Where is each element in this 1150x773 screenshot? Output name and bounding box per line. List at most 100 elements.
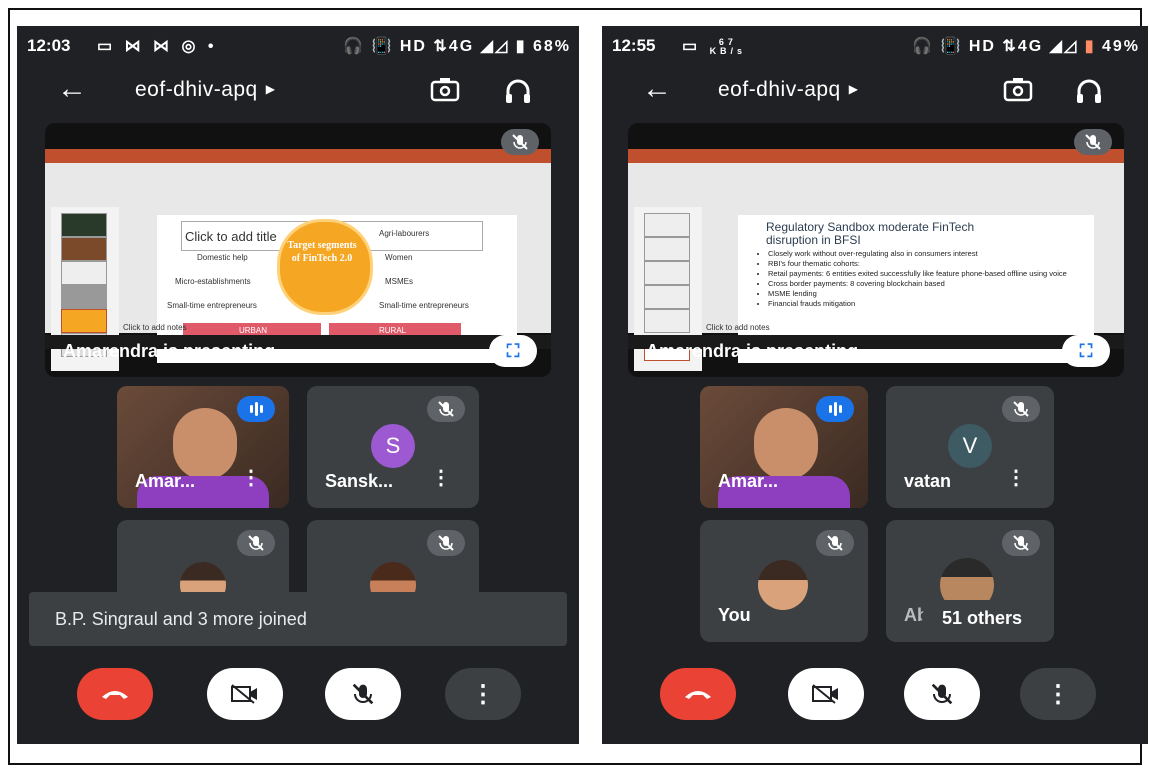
presenting-label: Amarendra is presenting (646, 341, 859, 361)
meeting-code[interactable]: eof-dhiv-apq ▶ (135, 78, 275, 102)
more-vert-icon[interactable]: ⋮ (1006, 465, 1026, 490)
participant-name: Amar... (718, 471, 779, 491)
mic-off-icon (1002, 530, 1040, 556)
battery-level: 49% (1101, 38, 1140, 55)
slide-bullet: Cross border payments: 8 covering blockc… (768, 279, 1068, 289)
slide-thumbnail (644, 237, 690, 261)
back-arrow-icon[interactable]: ← (642, 72, 672, 106)
slide-thumbnail (644, 285, 690, 309)
camera-flip-icon[interactable] (1002, 76, 1034, 104)
mic-off-icon (816, 530, 854, 556)
status-right: 🎧 📳 HD ⇅4G ◢◿ ▮ 68% (343, 36, 571, 56)
vibrate-icon: 📳 (940, 38, 963, 55)
end-call-button[interactable] (660, 668, 736, 720)
phone-hangup-icon (102, 691, 128, 699)
camera-flip-icon[interactable] (429, 76, 461, 104)
back-arrow-icon[interactable]: ← (57, 72, 87, 106)
mic-off-icon (1002, 396, 1040, 422)
more-options-button[interactable]: ⋮ (445, 668, 521, 720)
phone-hangup-icon (685, 691, 711, 699)
participant-name: Sansk... (325, 471, 394, 491)
mic-off-icon (931, 683, 953, 705)
headphones-icon[interactable] (1074, 76, 1104, 106)
more-options-button[interactable]: ⋮ (1020, 668, 1096, 720)
slide-thumbnail-selected (61, 309, 107, 333)
meeting-code[interactable]: eof-dhiv-apq ▶ (718, 78, 858, 102)
participant-tile[interactable]: V vatan ⋮ (886, 386, 1054, 508)
slide-title: Regulatory Sandbox moderate FinTech disr… (766, 220, 975, 247)
camera-toggle-button[interactable] (788, 668, 864, 720)
avatar: V (948, 424, 992, 468)
battery-icon: ▮ (515, 38, 527, 55)
mic-off-icon (1074, 129, 1112, 155)
slide-left-item: Domestic help (197, 253, 248, 262)
status-bar: 12:03 ▭ ⋈ ⋈ ◎ • 🎧 📳 HD ⇅4G ◢◿ ▮ 68% (17, 32, 579, 62)
mic-off-icon (352, 683, 374, 705)
notification-icons: ▭ ⋈ ⋈ ◎ • (97, 38, 218, 55)
camera-toggle-button[interactable] (207, 668, 283, 720)
participant-tile[interactable]: S Sansk... ⋮ (307, 386, 479, 508)
slide-right-item: Women (385, 253, 413, 262)
slide-bullet: Closely work without over-regulating als… (768, 249, 1068, 259)
more-vert-icon[interactable]: ⋮ (241, 465, 261, 490)
presentation-view: Regulatory Sandbox moderate FinTech disr… (628, 123, 1124, 377)
participant-tile[interactable]: Amar... (700, 386, 868, 508)
caret-right-icon: ▶ (265, 82, 276, 96)
camera-off-icon (231, 684, 257, 704)
slide-thumbnail (61, 237, 107, 261)
fullscreen-icon[interactable]: ⛶ (1062, 335, 1110, 367)
participant-tile[interactable]: Amar... ⋮ (117, 386, 289, 508)
headphones-icon: 🎧 (912, 38, 935, 55)
status-time: 12:55 (612, 36, 656, 55)
slide-bullet: RBI's four thematic cohorts: (768, 259, 1068, 269)
slide-left-item: Small-time entrepreneurs (167, 301, 257, 310)
slide-right-item: Agri-labourers (379, 229, 430, 238)
participant-tile[interactable]: Abh...Kum... 51 others (886, 520, 1054, 642)
slide-bullet: Financial frauds mitigation (768, 299, 1068, 309)
network-label: HD ⇅4G (399, 38, 475, 55)
participant-tile[interactable]: You (700, 520, 868, 642)
headphones-icon[interactable] (503, 76, 533, 106)
mic-off-icon (501, 129, 539, 155)
camera-off-icon (812, 684, 838, 704)
participant-name: Amar... (135, 471, 196, 491)
slide-thumbnail (61, 213, 107, 237)
more-vert-icon: ⋮ (471, 680, 495, 708)
phone-screen-left: 12:03 ▭ ⋈ ⋈ ◎ • 🎧 📳 HD ⇅4G ◢◿ ▮ 68% ← eo… (17, 26, 579, 744)
caret-right-icon: ▶ (848, 82, 859, 96)
end-call-button[interactable] (77, 668, 153, 720)
fullscreen-icon[interactable]: ⛶ (489, 335, 537, 367)
participant-name: vatan (904, 471, 952, 491)
person-face (754, 408, 818, 480)
mic-toggle-button[interactable] (904, 668, 980, 720)
powerpoint-window: Regulatory Sandbox moderate FinTech disr… (628, 163, 1124, 371)
person-face (173, 408, 237, 480)
slide-bullet: MSME lending (768, 289, 1068, 299)
mic-off-icon (237, 530, 275, 556)
avatar (758, 560, 808, 610)
meeting-appbar: ← eof-dhiv-apq ▶ (602, 66, 1148, 116)
more-vert-icon[interactable]: ⋮ (431, 465, 451, 490)
status-bar: 12:55 ▭ 67 KB/s 🎧 📳 HD ⇅4G ◢◿ ▮ 49% (602, 32, 1148, 62)
slide-left-item: Micro-establishments (175, 277, 251, 286)
slide-notes: Click to add notes (706, 323, 770, 332)
speaking-indicator-icon (816, 396, 854, 422)
slide-right-item: MSMEs (385, 277, 413, 286)
slide-bullets: Closely work without over-regulating als… (758, 249, 1068, 309)
slide-thumbnail (644, 261, 690, 285)
mic-toggle-button[interactable] (325, 668, 401, 720)
slide-thumbnail (644, 309, 690, 333)
speaking-indicator-icon (237, 396, 275, 422)
vibrate-icon: 📳 (371, 38, 394, 55)
join-notification: B.P. Singraul and 3 more joined (29, 592, 567, 646)
battery-level: 68% (532, 38, 571, 55)
slide-right-item: Small-time entrepreneurs (379, 301, 469, 310)
mic-off-icon (427, 396, 465, 422)
slide-thumbnail (61, 261, 107, 285)
avatar: S (371, 424, 415, 468)
notification-icons: ▭ 67 KB/s (682, 36, 747, 56)
others-count[interactable]: 51 others (922, 600, 1042, 636)
presentation-view: Click to add title Target segments of Fi… (45, 123, 551, 377)
status-right: 🎧 📳 HD ⇅4G ◢◿ ▮ 49% (912, 36, 1140, 56)
network-label: HD ⇅4G (968, 38, 1044, 55)
